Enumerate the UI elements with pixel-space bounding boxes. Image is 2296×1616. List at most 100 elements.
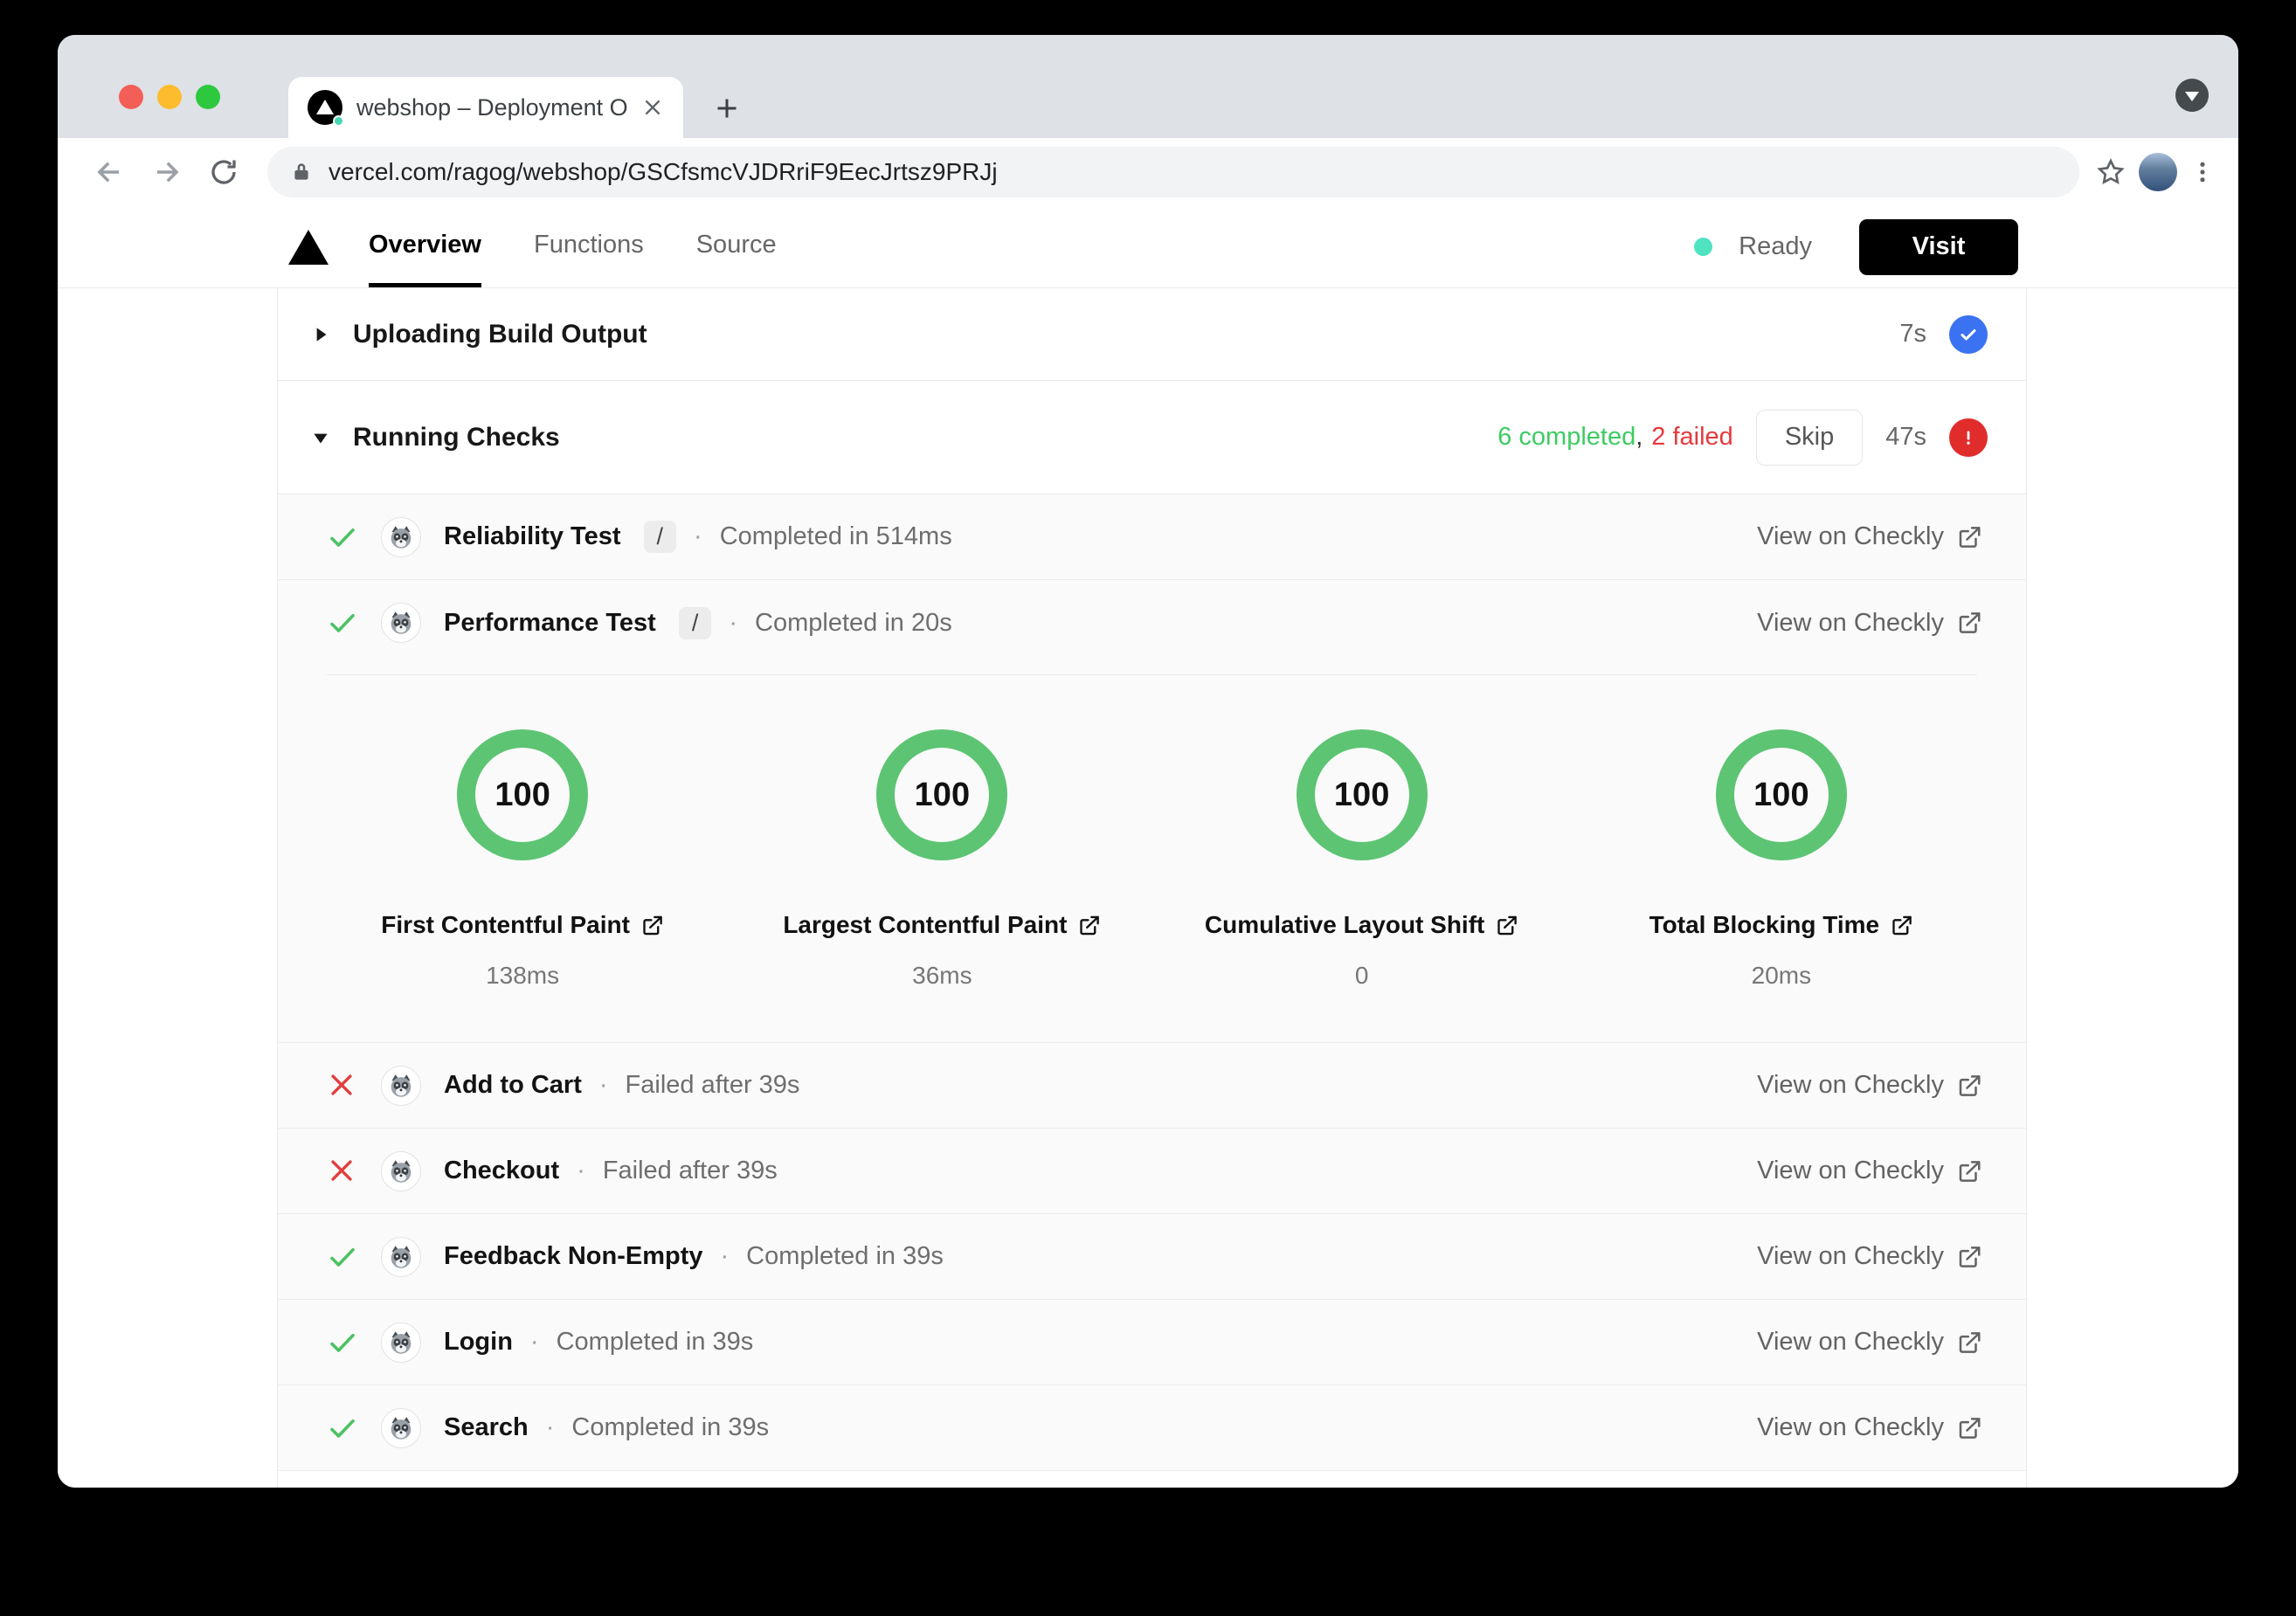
tab-search-chevron-icon[interactable] <box>2175 79 2209 112</box>
success-check-icon <box>327 607 358 639</box>
score-ring: 100 <box>876 729 1008 860</box>
tab-source[interactable]: Source <box>696 206 777 287</box>
back-icon[interactable] <box>93 155 126 189</box>
caret-down-icon[interactable] <box>309 426 332 449</box>
check-row-add-to-cart: Add to Cart · Failed after 39s View on C… <box>278 1043 2026 1129</box>
dot-separator: · <box>529 1328 539 1356</box>
success-check-icon <box>327 1412 358 1444</box>
maximize-window-button[interactable] <box>196 85 220 109</box>
score-value: 100 <box>914 776 971 813</box>
checkly-raccoon-icon <box>381 1322 421 1363</box>
checks-summary: 6 completed, 2 failed <box>1497 423 1733 452</box>
view-on-checkly-link[interactable]: View on Checkly <box>1757 1071 1982 1100</box>
metric-label-link[interactable]: Total Blocking Time <box>1649 911 1913 939</box>
checkly-raccoon-icon <box>381 1065 421 1106</box>
skip-button[interactable]: Skip <box>1755 409 1864 466</box>
deployment-tabs: Overview Functions Source <box>369 206 777 287</box>
check-name: Login <box>444 1328 513 1356</box>
score-value: 100 <box>1753 776 1809 813</box>
check-row-checkout: Checkout · Failed after 39s View on Chec… <box>278 1129 2026 1214</box>
step-duration: 47s <box>1885 423 1926 451</box>
check-name: Performance Test <box>444 608 656 637</box>
check-path-badge: / <box>643 521 677 553</box>
view-on-checkly-link[interactable]: View on Checkly <box>1757 1413 1982 1442</box>
url-bar[interactable]: vercel.com/ragog/webshop/GSCfsmcVJDRriF9… <box>267 147 2079 197</box>
metric-first-contentful-paint: 100 First Contentful Paint 138ms <box>313 729 732 990</box>
view-on-checkly-link[interactable]: View on Checkly <box>1757 1242 1982 1271</box>
checkly-raccoon-icon <box>381 1236 421 1277</box>
check-name: Add to Cart <box>444 1071 582 1099</box>
check-row-reliability-test: Reliability Test / · Completed in 514ms … <box>278 494 2026 580</box>
dot-separator: · <box>545 1413 555 1441</box>
success-check-icon <box>327 521 358 553</box>
bookmark-star-icon[interactable] <box>2095 156 2127 188</box>
check-status: Completed in 39s <box>571 1413 770 1441</box>
deployment-status-label: Ready <box>1739 232 1812 260</box>
lock-icon <box>290 161 313 183</box>
failed-summary: 2 failed <box>1651 423 1733 451</box>
minimize-window-button[interactable] <box>157 85 182 109</box>
completed-summary: 6 completed <box>1497 423 1636 451</box>
browser-window: webshop – Deployment Overvi vercel.com/r… <box>58 35 2238 1488</box>
step-label: Running Checks <box>353 422 560 452</box>
check-row-performance-test: Performance Test / · Completed in 20s Vi… <box>278 580 2026 666</box>
metric-value: 36ms <box>912 962 972 989</box>
performance-metrics-section: 100 First Contentful Paint 138ms 100 Lar… <box>278 666 2026 1043</box>
success-check-icon <box>327 1241 358 1273</box>
dot-separator: · <box>598 1071 608 1099</box>
tab-title: webshop – Deployment Overvi <box>356 93 627 121</box>
new-tab-icon[interactable] <box>711 93 743 124</box>
view-on-checkly-link[interactable]: View on Checkly <box>1757 609 1982 638</box>
step-uploading-build-output[interactable]: Uploading Build Output 7s <box>278 288 2026 381</box>
view-on-checkly-link[interactable]: View on Checkly <box>1757 1328 1982 1357</box>
check-status: Failed after 39s <box>625 1071 800 1099</box>
score-ring: 100 <box>1296 729 1428 860</box>
vercel-logo-icon[interactable] <box>288 229 328 265</box>
check-status: Completed in 39s <box>556 1328 754 1356</box>
window-controls <box>119 85 220 109</box>
score-ring: 100 <box>457 729 589 860</box>
reload-icon[interactable] <box>208 156 239 188</box>
checkly-raccoon-icon <box>381 516 421 557</box>
metric-label-link[interactable]: Cumulative Layout Shift <box>1205 911 1518 939</box>
close-tab-icon[interactable] <box>641 96 664 119</box>
metric-value: 0 <box>1354 962 1369 989</box>
metric-value: 138ms <box>486 962 560 989</box>
check-path-badge: / <box>678 606 712 639</box>
metric-label-link[interactable]: First Contentful Paint <box>381 911 664 939</box>
score-value: 100 <box>494 776 550 813</box>
fail-x-icon <box>327 1156 358 1187</box>
step-running-checks[interactable]: Running Checks 6 completed, 2 failed Skip… <box>278 381 2026 494</box>
close-window-button[interactable] <box>119 85 143 109</box>
metric-label-link[interactable]: Largest Contentful Paint <box>783 911 1101 939</box>
success-check-icon <box>327 1327 358 1358</box>
check-status: Completed in 39s <box>746 1242 944 1270</box>
score-value: 100 <box>1333 776 1390 813</box>
vercel-favicon-icon <box>308 90 344 127</box>
dot-separator: · <box>694 522 702 550</box>
dot-separator: · <box>720 1242 730 1270</box>
ready-status-dot <box>1694 238 1713 256</box>
check-row-feedback-non-empty: Feedback Non-Empty · Completed in 39s Vi… <box>278 1214 2026 1300</box>
tab-overview[interactable]: Overview <box>369 206 481 287</box>
fail-x-icon <box>327 1070 358 1102</box>
build-steps-panel: Uploading Build Output 7s Running Checks… <box>277 288 2027 1488</box>
check-name: Feedback Non-Empty <box>444 1242 703 1270</box>
error-badge-icon <box>1949 418 1988 457</box>
browser-menu-icon[interactable] <box>2189 159 2216 185</box>
browser-tab-strip: webshop – Deployment Overvi <box>58 35 2238 138</box>
check-name: Checkout <box>444 1157 560 1184</box>
check-status: Failed after 39s <box>602 1157 778 1184</box>
check-name: Reliability Test <box>444 522 621 550</box>
browser-tab[interactable]: webshop – Deployment Overvi <box>288 77 683 138</box>
view-on-checkly-link[interactable]: View on Checkly <box>1757 1157 1982 1185</box>
summary-separator: , <box>1636 423 1643 451</box>
browser-profile-avatar[interactable] <box>2139 153 2177 191</box>
tab-functions[interactable]: Functions <box>534 206 644 287</box>
check-status: Completed in 514ms <box>719 522 952 550</box>
caret-right-icon[interactable] <box>309 323 332 346</box>
success-badge-icon <box>1949 314 1988 354</box>
view-on-checkly-link[interactable]: View on Checkly <box>1757 522 1982 551</box>
visit-button[interactable]: Visit <box>1859 218 2018 275</box>
forward-icon[interactable] <box>150 155 183 189</box>
